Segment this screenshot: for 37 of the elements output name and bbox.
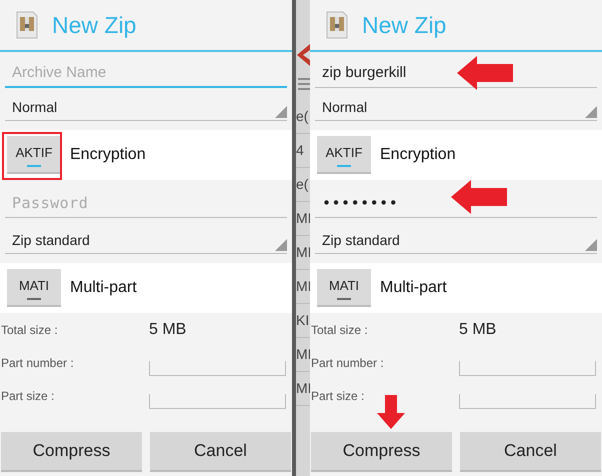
dialog-button[interactable]: Cancel <box>150 432 291 472</box>
dialog-button[interactable]: Compress <box>311 432 452 472</box>
toggle-label: Multi-part <box>70 279 137 297</box>
dialog-title: New Zip <box>362 12 446 38</box>
multipart-toggle[interactable]: MATI <box>7 269 61 307</box>
field-label: Part number : <box>311 356 385 370</box>
dropdown-corner-icon <box>585 106 597 118</box>
field-label: Part size : <box>311 388 366 402</box>
dialog-button[interactable]: Compress <box>1 432 142 472</box>
field-label: Part size : <box>1 388 56 402</box>
encryption-toggle[interactable]: AKTIF <box>7 136 61 174</box>
dialog-title: New Zip <box>52 12 136 38</box>
part-size-field[interactable] <box>459 394 596 409</box>
compression-dropdown[interactable]: Normal <box>5 93 287 121</box>
method-dropdown[interactable]: Zip standard <box>315 226 597 254</box>
part-number-field[interactable] <box>459 361 596 376</box>
chevron-icon <box>296 44 310 66</box>
total-size-value: 5 MB <box>459 320 498 338</box>
dropdown-corner-icon <box>585 239 597 251</box>
field-label: Total size : <box>1 322 59 336</box>
encryption-toggle[interactable]: AKTIF <box>317 136 371 174</box>
toggle-label: Encryption <box>70 146 146 164</box>
dialog-button[interactable]: Cancel <box>460 432 601 472</box>
part-number-field[interactable] <box>149 361 286 376</box>
part-size-field[interactable] <box>149 394 286 409</box>
total-size-value: 5 MB <box>149 320 188 338</box>
multipart-toggle[interactable]: MATI <box>317 269 371 307</box>
field-label: Total size : <box>311 322 369 336</box>
dropdown-corner-icon <box>275 106 287 118</box>
compression-dropdown[interactable]: Normal <box>315 93 597 121</box>
dropdown-corner-icon <box>275 239 287 251</box>
method-dropdown[interactable]: Zip standard <box>5 226 287 254</box>
field-label: Part number : <box>1 356 75 370</box>
archive-icon <box>16 11 38 39</box>
toggle-label: Multi-part <box>380 279 447 297</box>
toggle-label: Encryption <box>380 146 456 164</box>
archive-icon <box>326 11 348 39</box>
